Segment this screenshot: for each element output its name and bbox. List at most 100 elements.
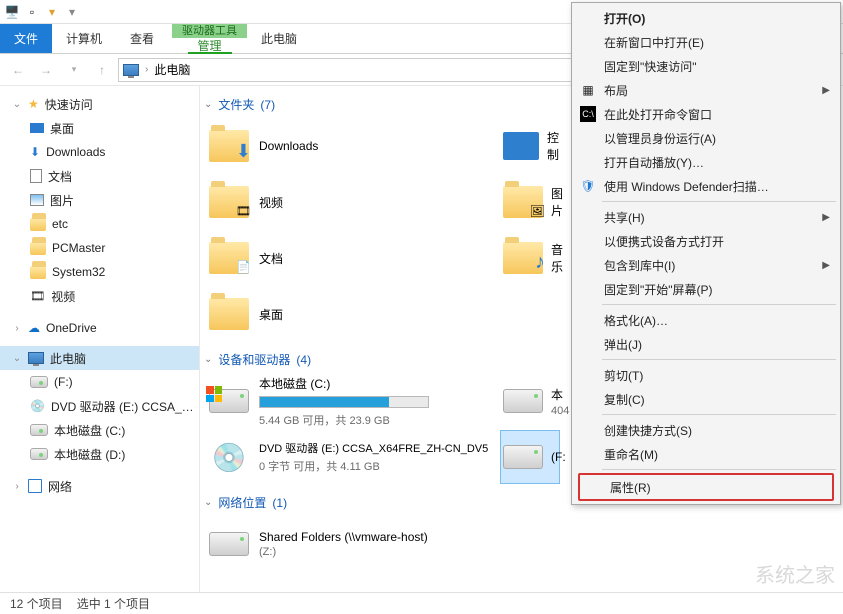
drive-tile-f[interactable]: (F: — [500, 430, 560, 484]
cm-open-cmd[interactable]: C:\ 在此处打开命令窗口 — [574, 102, 838, 126]
tree-label: 本地磁盘 (D:) — [54, 446, 125, 463]
context-menu: 打开(O) 在新窗口中打开(E) 固定到"快速访问" ▦布局▶ C:\ 在此处打开… — [571, 2, 841, 505]
tree-item-etc[interactable]: etc — [0, 212, 199, 236]
folder-tile-videos[interactable]: 🎞 视频 — [204, 175, 494, 229]
network-drive-icon — [209, 532, 249, 556]
nav-back-button[interactable]: ← — [6, 58, 30, 82]
tree-quick-access[interactable]: ⌄ ★ 快速访问 — [0, 92, 199, 116]
thispc-icon — [28, 352, 44, 364]
tree-item-pictures[interactable]: 图片 — [0, 188, 199, 212]
qat-new-folder-icon[interactable]: ▾ — [44, 4, 60, 20]
cm-label: 打开(O) — [604, 10, 645, 27]
tree-drive-f[interactable]: (F:) — [0, 370, 199, 394]
item-title: 图片 — [551, 185, 563, 219]
cm-copy[interactable]: 复制(C) — [574, 387, 838, 411]
ribbon-tab-view[interactable]: 查看 — [116, 24, 168, 53]
tree-thispc[interactable]: ⌄ 此电脑 — [0, 346, 199, 370]
cm-label: 固定到"开始"屏幕(P) — [604, 281, 713, 298]
cm-pin-quick-access[interactable]: 固定到"快速访问" — [574, 54, 838, 78]
tree-item-videos[interactable]: 🎞视频 — [0, 284, 199, 308]
cm-autoplay[interactable]: 打开自动播放(Y)… — [574, 150, 838, 174]
folder-icon: ♪ — [503, 242, 543, 274]
address-location: 此电脑 — [154, 61, 190, 78]
cm-label: 剪切(T) — [604, 367, 643, 384]
tree-item-system32[interactable]: System32 — [0, 260, 199, 284]
tree-dvd-drive[interactable]: 💿DVD 驱动器 (E:) CCSA_X64FR — [0, 394, 199, 418]
cmd-icon: C:\ — [580, 106, 596, 122]
group-count: (4) — [296, 353, 311, 367]
folder-icon: 🖼 — [503, 186, 543, 218]
tree-onedrive[interactable]: › ☁ OneDrive — [0, 316, 199, 340]
folder-tile-control[interactable]: 控制 — [500, 119, 560, 173]
folder-tile-downloads[interactable]: ⬇ Downloads — [204, 119, 494, 173]
item-sub: 5.44 GB 可用，共 23.9 GB — [259, 412, 491, 428]
tree-item-downloads[interactable]: ⬇Downloads — [0, 140, 199, 164]
drive-tile-c[interactable]: 本地磁盘 (C:) 5.44 GB 可用，共 23.9 GB — [204, 374, 494, 428]
tree-label: PCMaster — [52, 241, 105, 255]
folder-tile-documents[interactable]: 📄 文档 — [204, 231, 494, 285]
cm-separator — [602, 304, 836, 305]
cm-separator — [602, 359, 836, 360]
folder-icon: 📄 — [209, 242, 249, 274]
folder-tile-music[interactable]: ♪ 音乐 — [500, 231, 560, 285]
drive-usage-bar — [259, 396, 429, 408]
qat-properties-icon[interactable]: ▫ — [24, 4, 40, 20]
drive-icon — [30, 376, 48, 388]
status-item-count: 12 个项目 — [10, 595, 63, 612]
nav-up-button[interactable]: ↑ — [90, 58, 114, 82]
tree-label: 本地磁盘 (C:) — [54, 422, 125, 439]
item-sub: 0 字节 可用，共 4.11 GB — [259, 458, 491, 474]
cm-label: 以管理员身份运行(A) — [604, 130, 716, 147]
drive-icon — [503, 445, 543, 469]
chevron-right-icon: › — [145, 64, 148, 75]
cm-layout[interactable]: ▦布局▶ — [574, 78, 838, 102]
cm-eject[interactable]: 弹出(J) — [574, 332, 838, 356]
cm-open-new-window[interactable]: 在新窗口中打开(E) — [574, 30, 838, 54]
ribbon-tab-thispc[interactable]: 此电脑 — [247, 24, 311, 53]
cm-label: 重命名(M) — [604, 446, 658, 463]
tree-drive-d[interactable]: 本地磁盘 (D:) — [0, 442, 199, 466]
nav-forward-button[interactable]: → — [34, 58, 58, 82]
tree-label: DVD 驱动器 (E:) CCSA_X64FR — [51, 398, 199, 415]
folder-tile-pictures[interactable]: 🖼 图片 — [500, 175, 560, 229]
cm-label: 在此处打开命令窗口 — [604, 106, 712, 123]
drive-tile-dvd[interactable]: 💿 DVD 驱动器 (E:) CCSA_X64FRE_ZH-CN_DV5 0 字… — [204, 430, 494, 484]
cm-properties[interactable]: 属性(R) — [580, 475, 832, 499]
group-count: (1) — [272, 496, 287, 510]
cm-label: 复制(C) — [604, 391, 645, 408]
drive-icon — [30, 448, 48, 460]
cm-portable[interactable]: 以便携式设备方式打开 — [574, 229, 838, 253]
cm-run-as-admin[interactable]: 以管理员身份运行(A) — [574, 126, 838, 150]
cm-open[interactable]: 打开(O) — [574, 6, 838, 30]
tree-item-documents[interactable]: 文档 — [0, 164, 199, 188]
tree-label: Downloads — [46, 145, 105, 159]
cm-format[interactable]: 格式化(A)… — [574, 308, 838, 332]
tree-label: 图片 — [50, 192, 74, 209]
cm-cut[interactable]: 剪切(T) — [574, 363, 838, 387]
chevron-right-icon: ▶ — [822, 212, 830, 223]
folder-icon: ⬇ — [209, 130, 249, 162]
cm-include-library[interactable]: 包含到库中(I)▶ — [574, 253, 838, 277]
cm-pin-start[interactable]: 固定到"开始"屏幕(P) — [574, 277, 838, 301]
ribbon-tab-computer[interactable]: 计算机 — [52, 24, 116, 53]
cm-create-shortcut[interactable]: 创建快捷方式(S) — [574, 418, 838, 442]
cm-share[interactable]: 共享(H)▶ — [574, 205, 838, 229]
tree-item-desktop[interactable]: 桌面 — [0, 116, 199, 140]
item-sub: 404 — [551, 405, 569, 417]
tree-network[interactable]: › 网络 — [0, 474, 199, 498]
folder-tile-desktop[interactable]: 桌面 — [204, 287, 494, 341]
nav-recent-dropdown[interactable]: ▾ — [62, 58, 86, 82]
ribbon-tab-manage[interactable]: 管理 — [188, 38, 232, 54]
folder-icon — [30, 218, 46, 231]
network-tile-shared[interactable]: Shared Folders (\\vmware-host) (Z:) — [204, 517, 494, 571]
qat-app-icon[interactable]: 🖥️ — [4, 4, 20, 20]
cm-defender-scan[interactable]: 🛡使用 Windows Defender扫描… — [574, 174, 838, 198]
tree-label: 视频 — [51, 288, 75, 305]
drive-tile-d-partial[interactable]: 本 404 — [500, 374, 560, 428]
tree-drive-c[interactable]: 本地磁盘 (C:) — [0, 418, 199, 442]
ribbon-tab-file[interactable]: 文件 — [0, 24, 52, 53]
cm-rename[interactable]: 重命名(M) — [574, 442, 838, 466]
item-title: DVD 驱动器 (E:) CCSA_X64FRE_ZH-CN_DV5 — [259, 440, 491, 456]
qat-overflow-icon[interactable]: ▾ — [64, 4, 80, 20]
tree-item-pcmaster[interactable]: PCMaster — [0, 236, 199, 260]
